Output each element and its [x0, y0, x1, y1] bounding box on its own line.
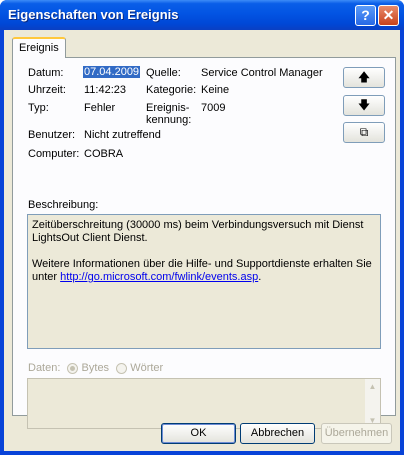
dialog-client: Ereignis Datum: 07.04.2009 Uhrzeit: 11:4…: [4, 30, 400, 451]
computer-value[interactable]: COBRA: [84, 148, 123, 160]
radio-words-label: Wörter: [130, 362, 164, 374]
tab-label: Ereignis: [19, 42, 59, 54]
cancel-label: Abbrechen: [250, 427, 305, 439]
kennung-label-line2: kennung:: [146, 114, 192, 126]
radio-bytes[interactable]: Bytes: [67, 362, 109, 374]
help-button[interactable]: ?: [355, 5, 376, 26]
cancel-button[interactable]: Abbrechen: [240, 423, 315, 444]
close-icon: ✕: [382, 7, 395, 23]
radio-words[interactable]: Wörter: [116, 362, 163, 374]
benutzer-value[interactable]: Nicht zutreffend: [84, 129, 161, 141]
help-link[interactable]: http://go.microsoft.com/fwlink/events.as…: [60, 271, 258, 283]
title-bar[interactable]: Eigenschaften von Ereignis ? ✕: [0, 0, 404, 30]
description-label: Beschreibung:: [28, 199, 99, 211]
properties-window: Eigenschaften von Ereignis ? ✕ Ereignis …: [0, 0, 404, 455]
typ-label: Typ:: [28, 102, 49, 114]
tab-panel: Datum: 07.04.2009 Uhrzeit: 11:42:23 Typ:…: [12, 57, 396, 429]
kennung-label-line1: Ereignis-: [146, 102, 190, 114]
kategorie-value[interactable]: Keine: [201, 84, 229, 96]
arrow-down-icon: 🡇: [357, 98, 371, 112]
description-textbox[interactable]: Zeitüberschreitung (30000 ms) beim Verbi…: [27, 214, 381, 349]
uhrzeit-value[interactable]: 11:42:23: [84, 84, 126, 96]
link-suffix: .: [258, 271, 262, 283]
datum-value[interactable]: 07.04.2009: [83, 66, 141, 78]
scroll-up-icon[interactable]: ▲: [366, 380, 379, 393]
apply-label: Übernehmen: [324, 427, 389, 439]
description-line-1: Zeitüberschreitung (30000 ms) beim Verbi…: [32, 219, 364, 244]
help-icon: ?: [361, 7, 370, 23]
kategorie-label: Kategorie:: [146, 84, 197, 96]
next-event-button[interactable]: 🡇: [343, 95, 385, 116]
ok-label: OK: [190, 427, 207, 439]
computer-label: Computer:: [28, 148, 80, 160]
quelle-label: Quelle:: [146, 67, 181, 79]
quelle-value[interactable]: Service Control Manager: [201, 67, 323, 79]
copy-icon: ⧉: [359, 125, 369, 139]
data-scrollbar[interactable]: ▲ ▼: [365, 379, 380, 428]
radio-bytes-label: Bytes: [81, 362, 110, 374]
arrow-up-icon: 🡅: [357, 70, 371, 84]
apply-button[interactable]: Übernehmen: [321, 423, 392, 444]
kennung-value[interactable]: 7009: [201, 102, 225, 114]
window-title: Eigenschaften von Ereignis: [8, 7, 179, 22]
description-line-2: Weitere Informationen über die Hilfe- un…: [32, 258, 376, 284]
uhrzeit-label: Uhrzeit:: [28, 84, 66, 96]
datum-label: Datum:: [28, 67, 64, 79]
benutzer-label: Benutzer:: [28, 129, 76, 141]
typ-value[interactable]: Fehler: [84, 102, 115, 114]
data-label: Daten:: [28, 362, 61, 374]
copy-button[interactable]: ⧉: [343, 122, 385, 143]
previous-event-button[interactable]: 🡅: [343, 67, 385, 88]
data-textbox[interactable]: ▲ ▼: [27, 378, 381, 429]
radio-bytes-indicator: [67, 362, 79, 374]
tab-ereignis[interactable]: Ereignis: [12, 37, 66, 58]
radio-words-indicator: [116, 362, 128, 374]
data-format-row: Daten: Bytes Wörter: [28, 362, 163, 374]
close-button[interactable]: ✕: [378, 5, 399, 26]
ok-button[interactable]: OK: [161, 423, 236, 444]
